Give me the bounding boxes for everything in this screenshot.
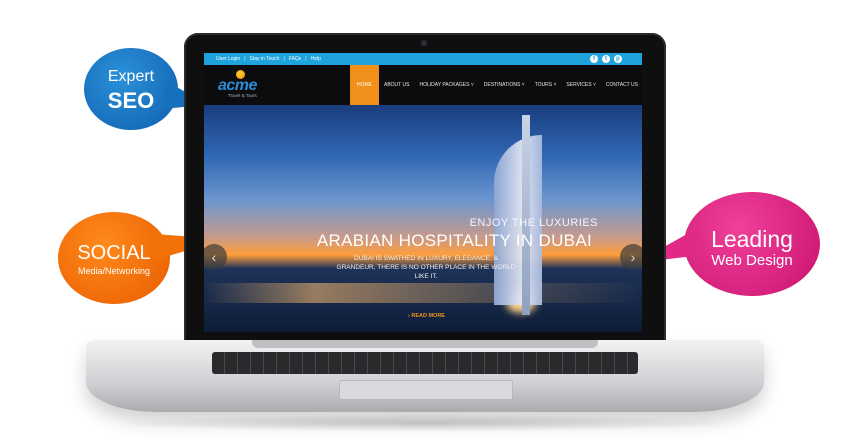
laptop-shadow: [110, 414, 740, 432]
slider-prev-arrow-icon[interactable]: ‹: [204, 244, 227, 270]
laptop-base: [86, 340, 764, 412]
seo-bubble-line1: Expert: [107, 68, 155, 85]
facebook-icon[interactable]: f: [590, 55, 598, 63]
hero-title: ARABIAN HOSPITALITY IN DUBAI: [316, 231, 592, 250]
nav-item-tours[interactable]: TOURS ˅: [530, 65, 562, 105]
hero-description: DUBAI IS SWATHED IN LUXURY, ELEGANCE, & …: [336, 255, 516, 280]
slider-next-arrow-icon[interactable]: ›: [620, 244, 642, 270]
main-navbar: acme Travel & Tours HOME ABOUT US HOLIDA…: [204, 65, 642, 105]
laptop-trackpad: [339, 380, 513, 400]
social-bubble-line1: SOCIAL: [77, 242, 151, 264]
help-link[interactable]: Help: [311, 53, 321, 65]
nav-item-destinations[interactable]: DESTINATIONS ˅: [479, 65, 530, 105]
laptop-keyboard: [212, 352, 638, 374]
separator: |: [244, 56, 246, 62]
social-bubble-line2: Media/Networking: [77, 266, 151, 276]
faqs-link[interactable]: FAQs: [289, 53, 302, 65]
burj-al-arab-image: [494, 115, 564, 315]
laptop-screen: User Login | Stay in Touch | FAQs | Help…: [204, 53, 642, 332]
read-more-link[interactable]: › READ MORE: [408, 313, 445, 319]
design-bubble-line2: Web Design: [711, 252, 793, 269]
top-bar: User Login | Stay in Touch | FAQs | Help…: [204, 53, 642, 65]
seo-bubble-line2: SEO: [107, 88, 155, 113]
nav-item-contact-us[interactable]: CONTACT US: [601, 65, 642, 105]
shoreline-lights: [204, 283, 642, 303]
hero-subtitle: ENJOY THE LUXURIES: [469, 217, 598, 229]
nav-item-holiday-packages[interactable]: HOLIDAY PACKAGES ˅: [414, 65, 478, 105]
expert-seo-bubble: Expert SEO: [84, 48, 211, 130]
pinterest-icon[interactable]: p: [614, 55, 622, 63]
social-media-bubble: SOCIAL Media/Networking: [58, 212, 228, 304]
laptop-hinge: [252, 340, 598, 348]
hero-slider: ENJOY THE LUXURIES ARABIAN HOSPITALITY I…: [204, 105, 642, 332]
nav-item-home[interactable]: HOME: [350, 65, 379, 105]
nav-menu: HOME ABOUT US HOLIDAY PACKAGES ˅ DESTINA…: [350, 65, 642, 105]
nav-item-about-us[interactable]: ABOUT US: [379, 65, 414, 105]
tower-mast: [522, 115, 530, 315]
top-links: User Login | Stay in Touch | FAQs | Help: [216, 53, 321, 65]
user-login-link[interactable]: User Login: [216, 53, 240, 65]
camera-icon: [421, 40, 427, 46]
social-links: f t p: [590, 55, 622, 63]
stay-in-touch-link[interactable]: Stay in Touch: [250, 53, 280, 65]
logo-subtitle: Travel & Tours: [228, 93, 257, 98]
site-logo[interactable]: acme Travel & Tours: [218, 70, 280, 99]
design-bubble-line1: Leading: [711, 226, 793, 252]
nav-item-services[interactable]: SERVICES ˅: [561, 65, 601, 105]
separator: |: [283, 56, 285, 62]
twitter-icon[interactable]: t: [602, 55, 610, 63]
web-design-bubble: Leading Web Design: [631, 192, 820, 296]
separator: |: [305, 56, 307, 62]
laptop-lid: User Login | Stay in Touch | FAQs | Help…: [184, 33, 666, 348]
